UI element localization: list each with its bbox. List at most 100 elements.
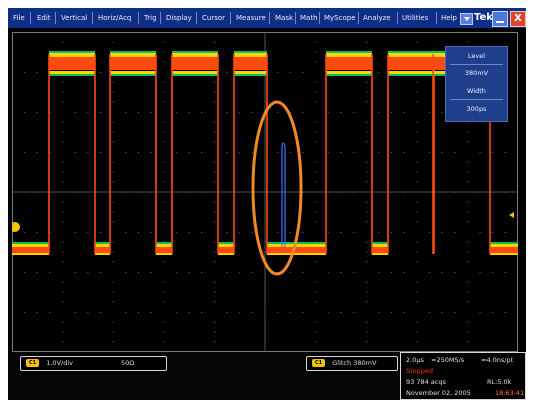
menu-separator	[196, 12, 197, 24]
oscilloscope-screen: File Edit Vertical Horiz/Acq Trig Displa…	[8, 8, 526, 400]
wave-low-warm	[372, 253, 388, 255]
wave-low-warm	[490, 244, 518, 247]
trigger-badge: C1	[312, 359, 326, 367]
time: 18:63:41	[495, 389, 525, 397]
glitch-trigger-panel: Level 380mV Width 300ps	[445, 46, 508, 122]
wave-high-level	[172, 57, 218, 70]
wave-low-warm	[218, 244, 234, 247]
wave-high-warm	[388, 53, 434, 57]
menu-separator	[319, 12, 320, 24]
wave-high-level	[326, 57, 372, 70]
level-value[interactable]: 380mV	[446, 69, 507, 77]
menu-measure[interactable]: Measure	[236, 8, 266, 28]
wave-low-glow	[372, 242, 388, 244]
wave-low-level	[156, 247, 172, 253]
menu-help[interactable]: Help	[441, 8, 457, 28]
menu-separator	[397, 12, 398, 24]
menu-separator	[358, 12, 359, 24]
wave-low-warm	[156, 244, 172, 247]
menu-utilities[interactable]: Utilities	[402, 8, 428, 28]
panel-divider	[450, 99, 503, 100]
menu-separator	[160, 12, 161, 24]
wave-low-level	[218, 247, 234, 253]
menu-cursor[interactable]: Cursor	[202, 8, 225, 28]
menu-dropdown-icon[interactable]	[460, 13, 473, 25]
menu-display[interactable]: Display	[166, 8, 192, 28]
brand-logo: Tek	[474, 12, 493, 23]
menu-separator	[295, 12, 296, 24]
menu-math[interactable]: Math	[300, 8, 318, 28]
wave-high-warm	[172, 71, 218, 74]
wave-high-warm	[49, 53, 95, 57]
menu-separator	[230, 12, 231, 24]
wave-low-glow	[12, 242, 49, 244]
menu-trig[interactable]: Trig	[144, 8, 157, 28]
wave-high-glow	[234, 74, 267, 76]
menu-separator	[269, 12, 270, 24]
wave-high-glow	[326, 74, 372, 76]
wave-high-glow	[110, 74, 156, 76]
wave-high-warm	[234, 71, 267, 74]
wave-high-glow	[388, 51, 434, 53]
acquisition-readout[interactable]: 2.0µs ≈250MS/s ≈4.0ns/pt Stopped 93 784 …	[400, 352, 526, 400]
wave-low-glow	[95, 242, 110, 244]
level-label: Level	[467, 52, 486, 60]
wave-low-level	[490, 247, 518, 253]
acquisition-count: 93 784 acqs	[406, 378, 446, 386]
menu-bar: File Edit Vertical Horiz/Acq Trig Displa…	[8, 8, 526, 28]
menu-separator	[436, 12, 437, 24]
wave-high-glow	[172, 51, 218, 53]
wave-high-warm	[234, 53, 267, 57]
wave-low-warm	[95, 253, 110, 255]
width-value[interactable]: 300ps	[446, 105, 507, 113]
menu-mask[interactable]: Mask	[275, 8, 293, 28]
wave-high-glow	[49, 51, 95, 53]
trigger-readout[interactable]: C1 Glitch 380mV	[306, 356, 398, 371]
menu-separator	[92, 12, 93, 24]
wave-high-warm	[172, 53, 218, 57]
ch1-impedance: 50Ω	[121, 359, 135, 367]
ch1-scale: 1.0V/div	[46, 359, 73, 367]
menu-separator	[55, 12, 56, 24]
wave-high-warm	[110, 71, 156, 74]
wave-high-warm	[49, 71, 95, 74]
wave-high-glow	[172, 74, 218, 76]
record-length-rl: RL:5.0k	[487, 378, 512, 386]
wave-high-level	[388, 57, 434, 70]
date: November 02, 2005	[406, 389, 471, 397]
menu-myscope[interactable]: MyScope	[324, 8, 356, 28]
ch1-badge: C1	[26, 359, 40, 367]
ch1-readout[interactable]: C1 1.0V/div 50Ω	[20, 356, 167, 371]
run-state: Stopped	[406, 367, 434, 375]
wave-high-level	[234, 57, 267, 70]
record-length: ≈4.0ns/pt	[481, 356, 514, 364]
wave-low-level	[95, 247, 110, 253]
wave-low-warm	[490, 253, 518, 255]
wave-low-warm	[267, 253, 326, 255]
wave-high-warm	[326, 71, 372, 74]
sample-rate: ≈250MS/s	[431, 356, 465, 364]
menu-analyze[interactable]: Analyze	[363, 8, 391, 28]
waveform-display[interactable]	[12, 32, 518, 352]
wave-low-warm	[156, 253, 172, 255]
timebase: 2.0µs	[406, 356, 424, 364]
wave-high-glow	[326, 51, 372, 53]
wave-low-warm	[12, 253, 49, 255]
menu-separator	[30, 12, 31, 24]
trigger-level: 380mV	[353, 359, 377, 367]
panel-divider	[450, 64, 503, 65]
menu-horiz-acq[interactable]: Horiz/Acq	[98, 8, 131, 28]
wave-high-level	[110, 57, 156, 70]
menu-file[interactable]: File	[13, 8, 25, 28]
minimize-button[interactable]	[492, 11, 508, 27]
close-button[interactable]: X	[510, 11, 526, 27]
menu-vertical[interactable]: Vertical	[61, 8, 87, 28]
menu-edit[interactable]: Edit	[37, 8, 51, 28]
wave-high-glow	[388, 74, 434, 76]
trigger-type: Glitch	[332, 359, 352, 367]
wave-low-level	[12, 247, 49, 253]
wave-low-glow	[156, 242, 172, 244]
wave-high-warm	[110, 53, 156, 57]
wave-high-warm	[326, 53, 372, 57]
wave-high-glow	[110, 51, 156, 53]
